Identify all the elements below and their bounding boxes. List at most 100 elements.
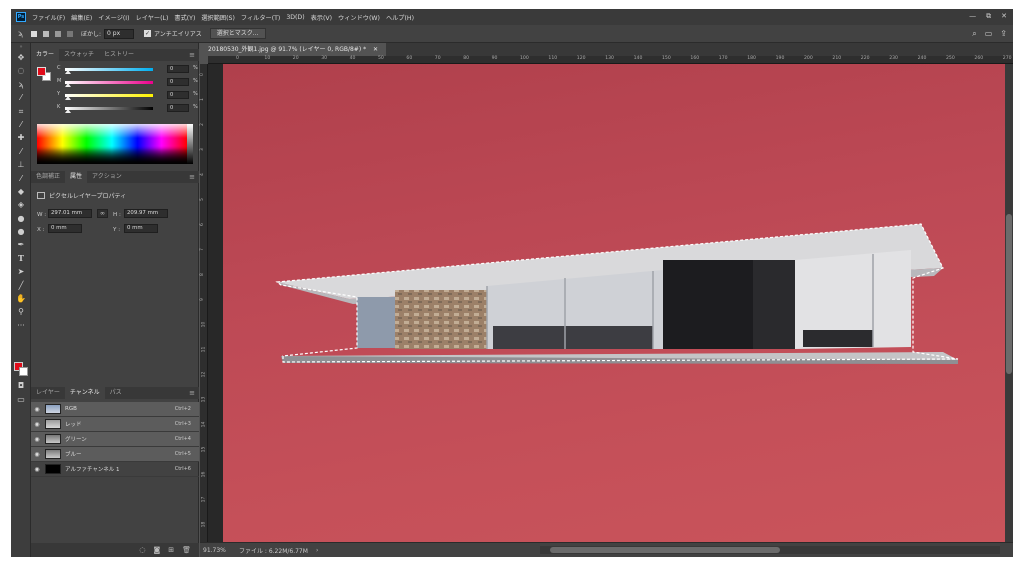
new-selection-icon[interactable]: [31, 30, 37, 37]
load-selection-icon[interactable]: ◌: [139, 546, 145, 554]
visibility-eye-icon[interactable]: ◉: [31, 466, 43, 473]
feather-input[interactable]: 0 px: [104, 28, 135, 39]
pen-tool-icon[interactable]: ✒: [11, 238, 31, 251]
slider-value[interactable]: 0: [167, 91, 189, 99]
select-and-mask-button[interactable]: 選択とマスク...: [209, 28, 266, 39]
trash-icon[interactable]: 🗑: [182, 546, 191, 554]
menu-filter[interactable]: フィルター(T): [241, 13, 280, 22]
horizontal-scroll-thumb[interactable]: [550, 547, 780, 553]
eyedropper-icon[interactable]: ⁄: [11, 118, 31, 131]
visibility-eye-icon[interactable]: ◉: [31, 406, 43, 413]
stamp-tool-icon[interactable]: ⊥: [11, 158, 31, 171]
channel-row[interactable]: ◉ レッド Ctrl+3: [31, 417, 199, 432]
zoom-tool-icon[interactable]: ⚲: [11, 305, 31, 318]
channel-row[interactable]: ◉ ブルー Ctrl+5: [31, 447, 199, 462]
minimize-icon[interactable]: —: [969, 12, 976, 21]
tab-history[interactable]: ヒストリー: [99, 49, 139, 61]
menu-help[interactable]: ヘルプ(H): [386, 13, 414, 22]
restore-icon[interactable]: ⧉: [986, 12, 991, 21]
marquee-tool-icon[interactable]: ◌: [11, 64, 31, 77]
slider-value[interactable]: 0: [167, 78, 189, 86]
grayscale-ramp[interactable]: [187, 124, 193, 164]
slider-knob[interactable]: [65, 109, 71, 113]
height-field[interactable]: 209.97 mm: [124, 209, 168, 218]
slider-track[interactable]: [65, 68, 153, 71]
slider-value[interactable]: 0: [167, 65, 189, 73]
history-brush-icon[interactable]: ⁄: [11, 172, 31, 185]
background-color-swatch[interactable]: [19, 367, 28, 376]
quick-mask-icon[interactable]: ◘: [11, 379, 31, 392]
panel-menu-icon[interactable]: ≡: [189, 171, 195, 183]
add-selection-icon[interactable]: [43, 30, 49, 37]
close-tab-icon[interactable]: ✕: [373, 46, 378, 53]
panel-menu-icon[interactable]: ≡: [189, 49, 195, 61]
collapse-icon[interactable]: »: [11, 43, 31, 51]
gradient-tool-icon[interactable]: ◈: [11, 198, 31, 211]
channel-row[interactable]: ◉ アルファチャンネル 1 Ctrl+6: [31, 462, 199, 477]
menu-file[interactable]: ファイル(F): [32, 13, 65, 22]
tab-channels[interactable]: チャンネル: [64, 387, 105, 399]
workspace-icon[interactable]: ▭: [985, 29, 993, 39]
tab-actions[interactable]: アクション: [87, 171, 127, 183]
y-field[interactable]: 0 mm: [124, 224, 158, 233]
document-canvas[interactable]: [223, 64, 1005, 542]
channel-row[interactable]: ◉ グリーン Ctrl+4: [31, 432, 199, 447]
foreground-color-swatch[interactable]: [37, 67, 46, 76]
menu-select[interactable]: 選択範囲(S): [201, 13, 235, 22]
slider-knob[interactable]: [65, 83, 71, 87]
tab-layers[interactable]: レイヤー: [31, 387, 65, 399]
document-tab[interactable]: 20180530_外観1.jpg @ 91.7% (レイヤー 0, RGB/8#…: [200, 43, 387, 56]
lasso-tool-icon[interactable]: ϡ: [11, 78, 31, 91]
search-icon[interactable]: ⌕: [972, 29, 976, 39]
path-select-icon[interactable]: ➤: [11, 265, 31, 278]
visibility-eye-icon[interactable]: ◉: [31, 421, 43, 428]
channel-row[interactable]: ◉ RGB Ctrl+2: [31, 402, 199, 417]
status-menu-icon[interactable]: ›: [316, 547, 318, 554]
intersect-selection-icon[interactable]: [67, 30, 73, 37]
save-selection-icon[interactable]: ◙: [153, 546, 160, 554]
tab-properties[interactable]: 属性: [65, 171, 88, 183]
blur-tool-icon[interactable]: ●: [11, 212, 31, 225]
new-channel-icon[interactable]: ⊞: [168, 546, 174, 554]
menu-type[interactable]: 書式(Y): [174, 13, 195, 22]
tab-swatches[interactable]: スウォッチ: [59, 49, 99, 61]
menu-3d[interactable]: 3D(D): [286, 14, 304, 21]
magic-wand-icon[interactable]: ⁄: [11, 91, 31, 104]
menu-layer[interactable]: レイヤー(L): [136, 13, 169, 22]
screen-mode-icon[interactable]: ▭: [11, 393, 31, 406]
slider-knob[interactable]: [65, 96, 71, 100]
width-field[interactable]: 297.01 mm: [48, 209, 92, 218]
panel-menu-icon[interactable]: ≡: [189, 387, 195, 399]
visibility-eye-icon[interactable]: ◉: [31, 451, 43, 458]
line-tool-icon[interactable]: ╱: [11, 279, 31, 292]
menu-edit[interactable]: 編集(E): [71, 13, 92, 22]
close-icon[interactable]: ✕: [1001, 12, 1007, 21]
menu-image[interactable]: イメージ(I): [98, 13, 129, 22]
slider-track[interactable]: [65, 107, 153, 110]
tab-color[interactable]: カラー: [31, 49, 60, 61]
lasso-tool-icon[interactable]: ϡ: [16, 29, 25, 38]
eraser-tool-icon[interactable]: ◆: [11, 185, 31, 198]
antialias-checkbox[interactable]: ✓: [144, 30, 152, 37]
brush-tool-icon[interactable]: ⁄: [11, 145, 31, 158]
tab-adjustments[interactable]: 色調補正: [31, 171, 65, 183]
healing-brush-icon[interactable]: ✚: [11, 131, 31, 144]
tab-paths[interactable]: パス: [105, 387, 127, 399]
x-field[interactable]: 0 mm: [48, 224, 82, 233]
zoom-level[interactable]: 91.73%: [203, 547, 233, 554]
link-icon[interactable]: ∞: [97, 209, 108, 218]
subtract-selection-icon[interactable]: [55, 30, 61, 37]
type-tool-icon[interactable]: T: [11, 252, 31, 265]
menu-window[interactable]: ウィンドウ(W): [338, 13, 380, 22]
move-tool-icon[interactable]: ✥: [11, 51, 31, 64]
hand-tool-icon[interactable]: ✋: [11, 292, 31, 305]
menu-view[interactable]: 表示(V): [311, 13, 332, 22]
vertical-scrollbar[interactable]: [1005, 64, 1013, 542]
slider-track[interactable]: [65, 94, 153, 97]
share-icon[interactable]: ⇪: [1000, 29, 1007, 39]
slider-value[interactable]: 0: [167, 104, 189, 112]
dodge-tool-icon[interactable]: ●: [11, 225, 31, 238]
horizontal-scrollbar[interactable]: [540, 546, 1000, 554]
slider-track[interactable]: [65, 81, 153, 84]
vertical-scroll-thumb[interactable]: [1006, 214, 1012, 374]
